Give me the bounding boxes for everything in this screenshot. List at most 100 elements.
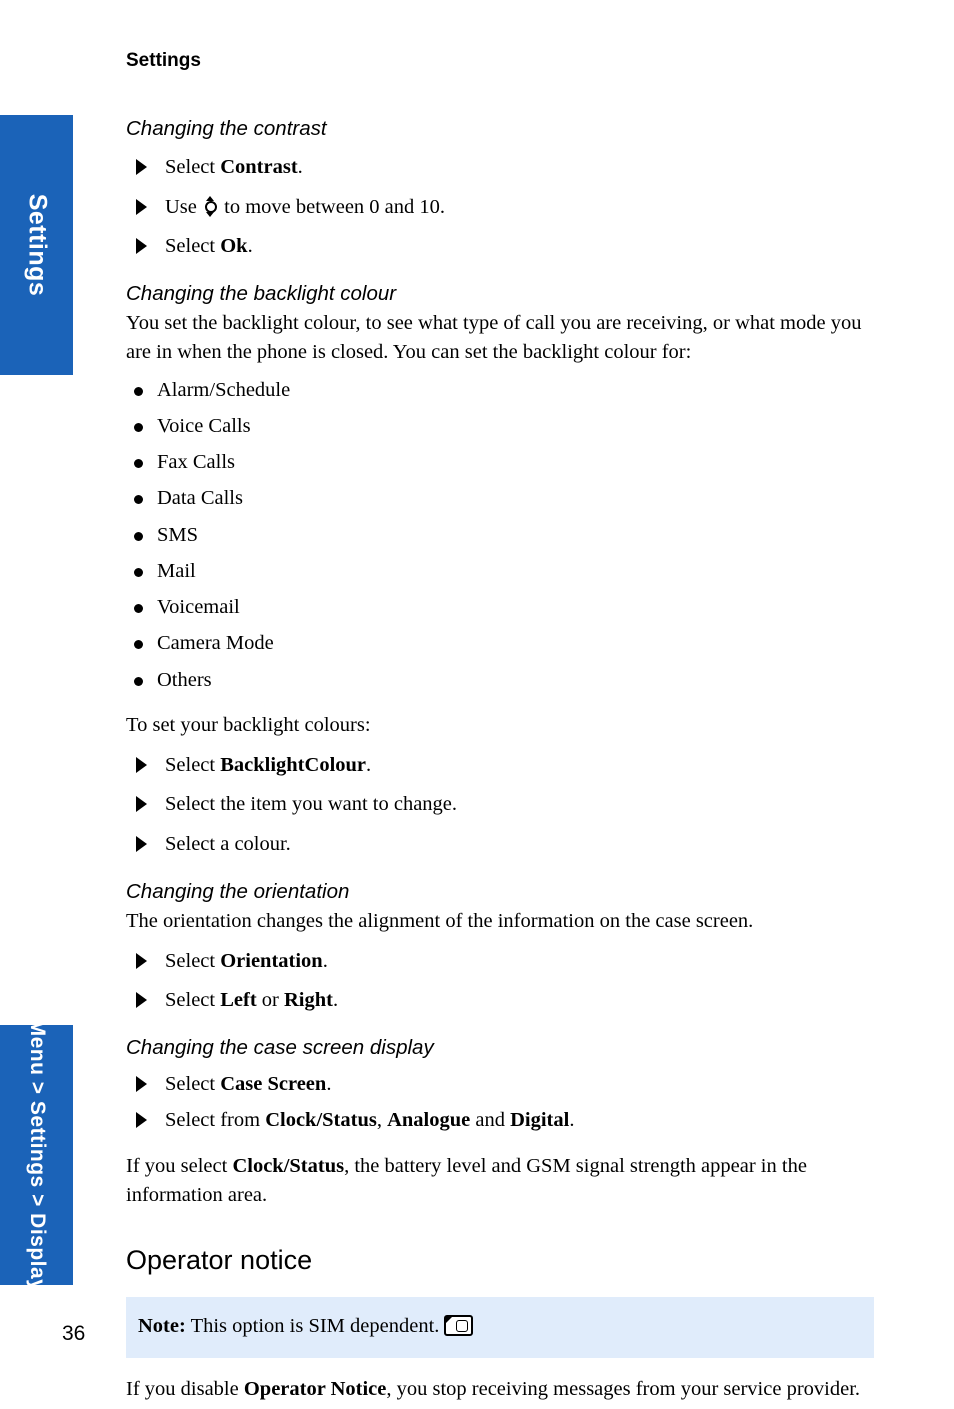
step-text-prefix: Select from	[165, 1109, 266, 1132]
list-item: Others	[126, 667, 886, 694]
paragraph-orientation-intro: The orientation changes the alignment of…	[126, 909, 754, 932]
paragraph-backlight-outro: To set your backlight colours:	[126, 713, 371, 736]
paragraph-backlight-intro: You set the backlight colour, to see wha…	[126, 311, 862, 364]
paragraph-case-screen-outro: If you select Clock/Status, the battery …	[126, 1152, 886, 1211]
list-item: Alarm/Schedule	[126, 377, 886, 404]
triangle-bullet-icon	[136, 835, 147, 852]
step-text-bold-2: Analogue	[387, 1109, 471, 1132]
round-bullet-icon	[134, 567, 143, 577]
step-text-prefix: Select	[165, 156, 221, 179]
step-text-bold: BacklightColour	[220, 754, 367, 777]
step-item: Select Left or Right.	[126, 986, 886, 1014]
sim-card-icon	[444, 1315, 474, 1337]
list-item-label: Voice Calls	[157, 414, 251, 437]
round-bullet-icon	[134, 422, 143, 432]
list-item: Mail	[126, 558, 886, 585]
list-item-label: Fax Calls	[157, 451, 236, 474]
step-text-prefix: Select	[165, 989, 221, 1012]
step-text-prefix: Select	[165, 1073, 221, 1096]
step-text-prefix: Select	[165, 754, 221, 777]
step-text-bold: Ok	[220, 235, 248, 257]
step-text-bold: Orientation	[220, 949, 323, 972]
step-item: Use to move between 0 and 10.	[126, 193, 886, 221]
step-item: Select Case Screen.	[126, 1070, 886, 1098]
step-text-suffix: .	[322, 949, 328, 972]
step-text-bold: Contrast	[220, 156, 298, 179]
step-text-mid: ,	[376, 1109, 388, 1132]
list-backlight-items: Alarm/Schedule Voice Calls Fax Calls Dat…	[126, 377, 886, 694]
page-number: 36	[62, 1322, 86, 1345]
round-bullet-icon	[134, 459, 143, 469]
list-item-label: Mail	[157, 559, 196, 582]
triangle-bullet-icon	[136, 952, 147, 969]
sidebar-tab-settings: Settings	[0, 115, 73, 375]
round-bullet-icon	[134, 386, 143, 396]
list-item-label: Alarm/Schedule	[157, 378, 291, 401]
heading-changing-the-case-screen-display: Changing the case screen display	[126, 1036, 434, 1060]
step-text-bold-3: Digital	[510, 1109, 570, 1132]
note-content: Note: This option is SIM dependent.	[138, 1315, 474, 1338]
list-item-label: Others	[157, 668, 212, 691]
triangle-bullet-icon	[136, 992, 147, 1009]
step-item: Select the item you want to change.	[126, 790, 886, 818]
round-bullet-icon	[134, 604, 143, 614]
steps-backlight: Select BacklightColour. Select the item …	[126, 751, 886, 858]
sidebar-tab-breadcrumb-label: Menu > Settings > Display	[25, 1018, 49, 1292]
step-text-suffix: to move between 0 and 10.	[219, 195, 446, 218]
list-item: Data Calls	[126, 485, 886, 512]
step-text-suffix: .	[247, 235, 253, 257]
step-item: Select Orientation.	[126, 947, 886, 975]
page-content: Settings Changing the contrast Select Co…	[126, 0, 886, 1404]
paragraph-text-pre: If you select	[126, 1154, 233, 1177]
triangle-bullet-icon	[136, 238, 147, 254]
list-item-label: Camera Mode	[157, 632, 274, 655]
manual-page: Settings Menu > Settings > Display Setti…	[0, 0, 954, 1409]
step-text-suffix: .	[332, 989, 339, 1012]
note-box: Note: This option is SIM dependent.	[126, 1297, 874, 1358]
step-text-suffix: .	[326, 1073, 332, 1096]
round-bullet-icon	[134, 495, 143, 505]
heading-changing-the-contrast: Changing the contrast	[126, 116, 327, 140]
step-text-prefix: Select	[165, 235, 221, 257]
paragraph-text-bold: Operator Notice	[243, 1377, 387, 1400]
running-head: Settings	[126, 50, 201, 71]
round-bullet-icon	[134, 676, 143, 686]
triangle-bullet-icon	[136, 1112, 147, 1129]
step-text-suffix: .	[569, 1109, 575, 1132]
round-bullet-icon	[134, 531, 143, 541]
steps-orientation: Select Orientation. Select Left or Right…	[126, 947, 886, 1015]
step-text-bold: Clock/Status	[265, 1109, 377, 1132]
paragraph-text-bold: Clock/Status	[232, 1154, 345, 1177]
step-text-prefix: Use	[165, 195, 203, 218]
list-item: Voicemail	[126, 594, 886, 621]
step-item: Select from Clock/Status, Analogue and D…	[126, 1106, 886, 1134]
heading-operator-notice: Operator notice	[126, 1245, 313, 1276]
list-item-label: Voicemail	[157, 596, 240, 619]
triangle-bullet-icon	[136, 796, 147, 813]
step-text-prefix: Select a colour.	[165, 832, 291, 855]
step-item: Select Contrast.	[126, 153, 886, 181]
step-text-bold: Left	[220, 989, 257, 1012]
note-label: Note:	[138, 1315, 186, 1338]
step-item: Select Ok.	[126, 232, 886, 260]
heading-changing-the-backlight-colour: Changing the backlight colour	[126, 282, 397, 306]
step-item: Select BacklightColour.	[126, 751, 886, 779]
triangle-bullet-icon	[136, 159, 147, 176]
paragraph-operator-notice-body: If you disable Operator Notice, you stop…	[126, 1375, 886, 1404]
step-text-prefix: Select	[165, 949, 221, 972]
sidebar-tab-settings-label: Settings	[23, 193, 51, 297]
triangle-bullet-icon	[136, 198, 147, 215]
list-item-label: Data Calls	[157, 487, 243, 510]
paragraph-text-post: , you stop receiving messages from your …	[386, 1377, 861, 1400]
step-text-mid-2: and	[470, 1109, 511, 1132]
paragraph-text-pre: If you disable	[126, 1377, 244, 1400]
step-item: Select a colour.	[126, 830, 886, 858]
step-text-bold: Case Screen	[220, 1073, 327, 1096]
list-item-label: SMS	[157, 523, 199, 546]
nav-key-up-down-icon	[204, 195, 218, 217]
step-text-mid: or	[256, 989, 284, 1012]
steps-contrast: Select Contrast. Use to move between 0 a…	[126, 153, 886, 260]
triangle-bullet-icon	[136, 757, 147, 774]
step-text-suffix: .	[366, 754, 372, 777]
steps-case-screen: Select Case Screen. Select from Clock/St…	[126, 1070, 886, 1135]
